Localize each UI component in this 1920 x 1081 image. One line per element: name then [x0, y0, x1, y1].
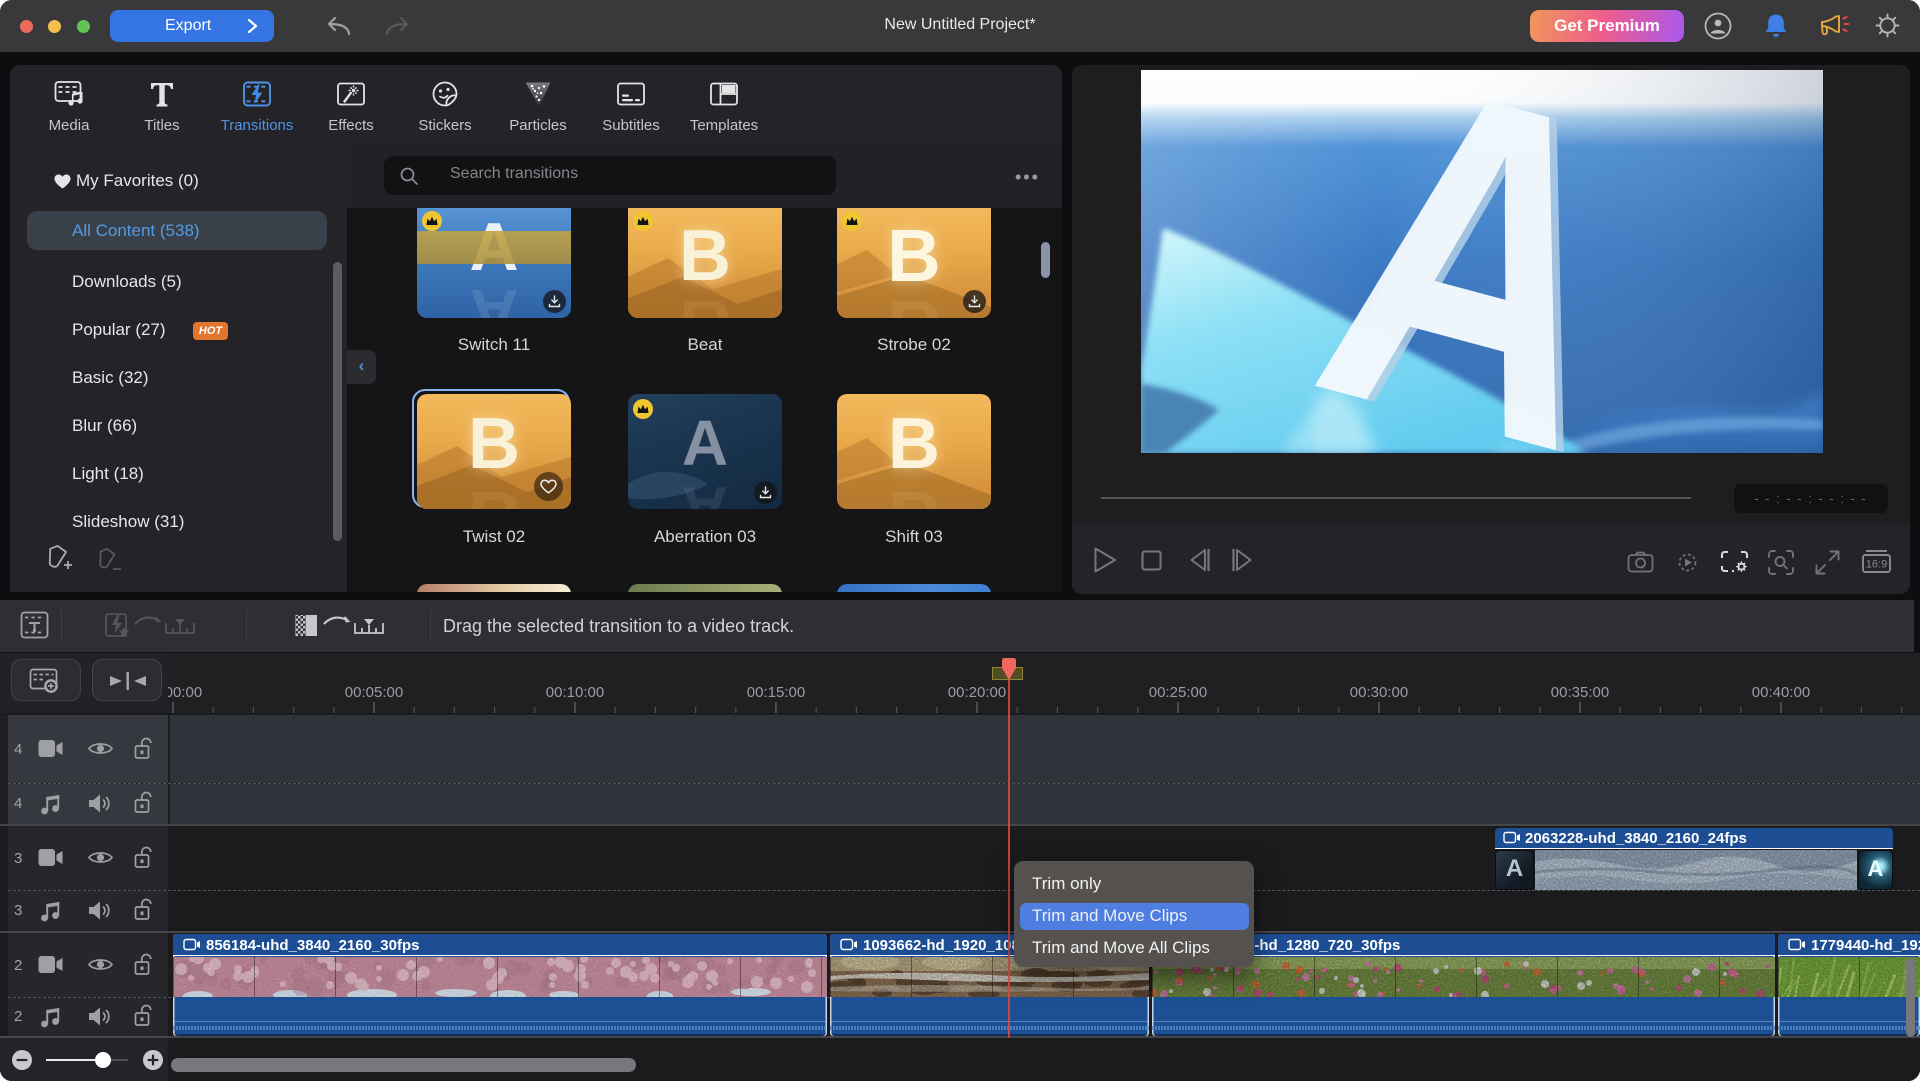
svg-text:00:15:00: 00:15:00: [747, 684, 805, 701]
svg-text:00:00:00: 00:00:00: [168, 684, 202, 701]
svg-text:00:20:00: 00:20:00: [948, 684, 1006, 701]
svg-text:00:40:00: 00:40:00: [1752, 684, 1810, 701]
svg-text:00:25:00: 00:25:00: [1149, 684, 1207, 701]
svg-text:00:35:00: 00:35:00: [1551, 684, 1609, 701]
svg-text:00:05:00: 00:05:00: [345, 684, 403, 701]
svg-text:00:10:00: 00:10:00: [546, 684, 604, 701]
svg-text:00:30:00: 00:30:00: [1350, 684, 1408, 701]
svg-text:16:9: 16:9: [1866, 559, 1887, 571]
